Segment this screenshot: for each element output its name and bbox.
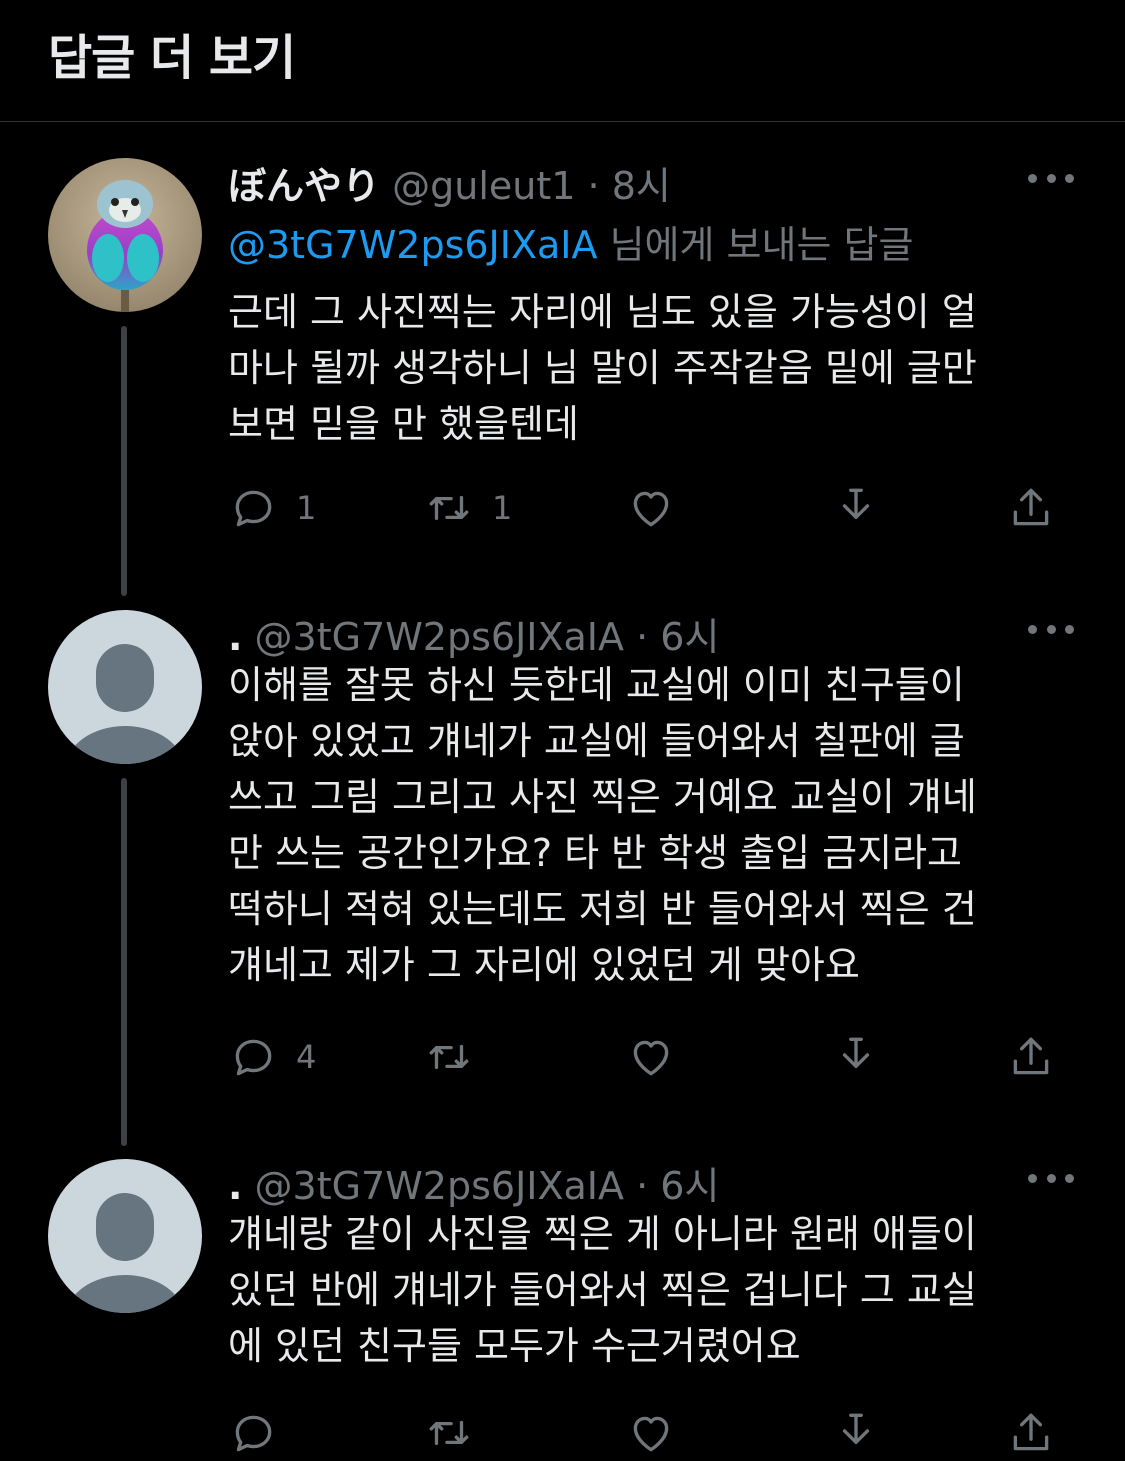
reply-count: 4 [296,1038,317,1076]
reply-icon [235,1415,272,1452]
retweet-icon [429,1044,469,1070]
download-icon [842,1413,870,1445]
download-icon [842,1037,870,1069]
share-button[interactable] [1006,1029,1056,1085]
reply-button[interactable]: 4 [228,1029,316,1085]
download-icon [842,488,870,520]
default-avatar-icon [48,1159,202,1313]
retweet-count: 1 [492,489,513,527]
tweet-text: 걔네랑 같이 사진을 찍은 게 아니라 원래 애들이 있던 반에 걔네가 들어와… [228,1206,1068,1374]
like-button[interactable] [626,1405,694,1461]
retweet-icon [429,1420,469,1446]
tweet-text-line: 이해를 잘못 하신 듯한데 교실에 이미 친구들이 [228,663,965,707]
like-button[interactable] [626,480,694,536]
tweet-text-line: 만 쓰는 공간인가요? 타 반 학생 출입 금지라고 [228,831,963,875]
header-bar: 답글 더 보기 [0,0,1125,122]
retweet-button[interactable] [424,1029,492,1085]
page-title: 답글 더 보기 [48,30,296,86]
separator: · [587,164,600,208]
reply-button[interactable]: 1 [228,480,316,536]
tweet-text-line: 걔네랑 같이 사진을 찍은 게 아니라 원래 애들이 [228,1212,977,1256]
reply-count: 1 [296,489,317,527]
separator: · [636,1164,649,1208]
display-name[interactable]: . [228,615,242,659]
reply-to-line: @3tG7W2ps6JIXaIA 님에게 보내는 답글 [228,214,913,269]
share-icon [1013,1413,1049,1451]
more-icon[interactable] [1028,172,1074,184]
tweet-text-line: 에 있던 친구들 모두가 수근거렸어요 [228,1324,801,1368]
handle[interactable]: @guleut1 [392,164,575,208]
download-button[interactable] [831,480,881,536]
heart-icon [633,1040,669,1076]
heart-icon [633,1416,669,1452]
handle[interactable]: @3tG7W2ps6JIXaIA [255,1164,624,1208]
action-bar: 4 [228,1029,1068,1085]
more-icon[interactable] [1028,1172,1074,1184]
tweet-text-line: 보면 믿을 만 했을텐데 [228,402,579,446]
timestamp[interactable]: 6시 [660,615,719,659]
tweet-text: 이해를 잘못 하신 듯한데 교실에 이미 친구들이 앉아 있었고 걔네가 교실에… [228,657,1068,993]
tweet-text-line: 걔네고 제가 그 자리에 있었던 게 맞아요 [228,943,860,987]
bird-avatar-image [48,158,202,312]
reply-icon [235,490,272,527]
reply-button[interactable] [228,1405,296,1461]
share-icon [1013,488,1049,526]
more-icon[interactable] [1028,623,1074,635]
tweet-text-line: 근데 그 사진찍는 자리에 님도 있을 가능성이 얼 [228,290,977,334]
thread-line [121,778,127,1146]
heart-icon [633,491,669,527]
action-bar [228,1405,1068,1461]
tweet-meta: ぼんやり @guleut1 · 8시 [228,155,671,210]
tweet-meta: . @3tG7W2ps6JIXaIA · 6시 [228,1155,719,1210]
tweet-text-line: 쓰고 그림 그리고 사진 찍은 거예요 교실이 걔네 [228,775,977,819]
tweet-meta: . @3tG7W2ps6JIXaIA · 6시 [228,606,719,661]
display-name[interactable]: . [228,1164,242,1208]
tweet-text-line: 마나 될까 생각하니 님 말이 주작같음 밑에 글만 [228,346,977,390]
retweet-button[interactable] [424,1405,492,1461]
display-name[interactable]: ぼんやり [228,164,380,208]
avatar[interactable] [48,1159,202,1313]
avatar[interactable] [48,158,202,312]
reply-icon [235,1039,272,1076]
share-button[interactable] [1006,480,1056,536]
tweet-text-line: 있던 반에 걔네가 들어와서 찍은 겁니다 그 교실 [228,1268,977,1312]
thread-line [121,326,127,596]
avatar[interactable] [48,610,202,764]
timestamp[interactable]: 8시 [612,164,671,208]
like-button[interactable] [626,1029,694,1085]
tweet-text-line: 떡하니 적혀 있는데도 저희 반 들어와서 찍은 건 [228,887,977,931]
download-button[interactable] [831,1405,881,1461]
timestamp[interactable]: 6시 [660,1164,719,1208]
tweet-text: 근데 그 사진찍는 자리에 님도 있을 가능성이 얼 마나 될까 생각하니 님 … [228,284,1068,452]
action-bar: 1 1 [228,480,1068,536]
retweet-button[interactable]: 1 [424,480,512,536]
mention-link[interactable]: @3tG7W2ps6JIXaIA [228,223,597,267]
handle[interactable]: @3tG7W2ps6JIXaIA [255,615,624,659]
separator: · [636,615,649,659]
share-icon [1013,1037,1049,1075]
retweet-icon [429,495,469,521]
reply-to-suffix: 님에게 보내는 답글 [609,223,914,267]
tweet-text-line: 앉아 있었고 걔네가 교실에 들어와서 칠판에 글 [228,719,965,763]
default-avatar-icon [48,610,202,764]
share-button[interactable] [1006,1405,1056,1461]
download-button[interactable] [831,1029,881,1085]
